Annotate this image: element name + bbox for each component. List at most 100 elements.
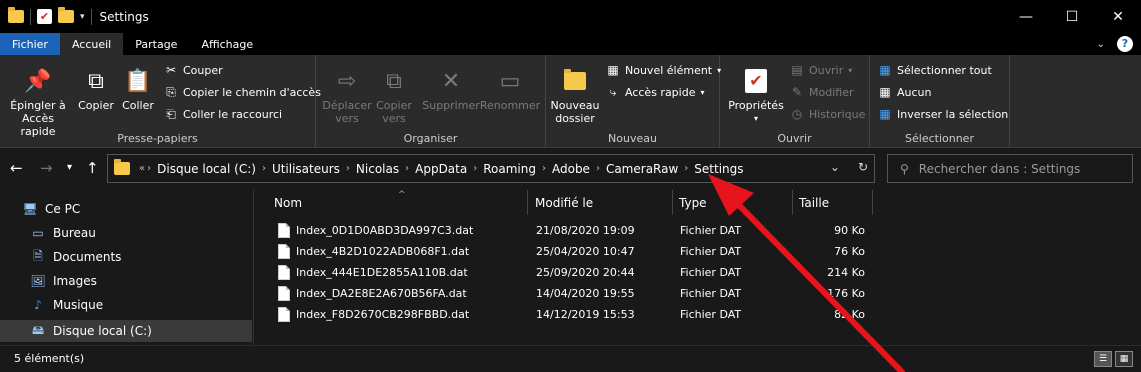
file-row[interactable]: Index_DA2E8E2A670B56FA.dat 14/04/2020 19:…: [270, 284, 870, 305]
close-button[interactable]: ✕: [1095, 0, 1141, 33]
select-all-button[interactable]: ▦ Sélectionner tout: [878, 63, 991, 77]
column-header-type[interactable]: Type: [673, 190, 793, 215]
ribbon: 📌 Épingler à Accès rapide ⧉ Copier 📋 Col…: [0, 55, 1141, 148]
tab-accueil[interactable]: Accueil: [59, 33, 124, 55]
delete-button[interactable]: ✕ Supprimer: [422, 65, 480, 112]
computer-icon: 🖥: [22, 202, 38, 216]
move-to-icon: ⇨: [337, 68, 357, 94]
group-label-selectionner: Sélectionner: [905, 132, 974, 145]
separator: [30, 8, 31, 25]
address-history-chevron-icon[interactable]: ⌄: [830, 160, 840, 174]
window-title: Settings: [99, 9, 149, 24]
invert-selection-button[interactable]: ▦ Inverser la sélection: [878, 107, 1008, 121]
recent-locations-chevron-icon[interactable]: ▾: [67, 162, 72, 173]
title-bar: ✔ ▾ Settings — ☐ ✕: [0, 0, 1141, 33]
search-input[interactable]: ⚲ Rechercher dans : Settings: [887, 154, 1133, 183]
back-arrow-icon[interactable]: ←: [10, 159, 23, 177]
open-label: Ouvrir: [809, 63, 844, 77]
invert-selection-label: Inverser la sélection: [897, 107, 1009, 121]
breadcrumb-item[interactable]: AppData: [410, 162, 472, 176]
tab-partage[interactable]: Partage: [123, 33, 189, 55]
breadcrumb-item[interactable]: Utilisateurs: [267, 162, 345, 176]
breadcrumb-item[interactable]: Adobe: [547, 162, 595, 176]
details-view-icon[interactable]: ☰: [1094, 351, 1112, 367]
breadcrumb-overflow[interactable]: «: [138, 163, 146, 174]
nav-item-ce-pc[interactable]: 🖥 Ce PC: [22, 198, 80, 220]
open-icon: ▤: [791, 63, 803, 77]
rename-button[interactable]: ▭ Renommer: [480, 65, 540, 112]
breadcrumb-item[interactable]: Disque local (C:): [152, 162, 261, 176]
rename-icon: ▭: [499, 68, 521, 94]
open-button[interactable]: ▤ Ouvrir ▾: [790, 63, 852, 77]
ribbon-tabs: Fichier Accueil Partage Affichage ⌄ ?: [0, 33, 1141, 55]
music-icon: ♪: [34, 298, 42, 312]
nav-item-images[interactable]: 🖼 Images: [30, 270, 96, 292]
select-none-button[interactable]: ▦ Aucun: [878, 85, 931, 99]
nav-item-bureau[interactable]: ▭ Bureau: [30, 222, 96, 244]
file-row[interactable]: Index_0D1D0ABD3DA997C3.dat 21/08/2020 19:…: [270, 221, 870, 242]
chevron-down-icon: ▾: [700, 87, 705, 97]
column-header-taille[interactable]: Taille: [793, 190, 873, 215]
new-folder-button[interactable]: Nouveau dossier: [550, 65, 600, 125]
large-icons-view-icon[interactable]: ▦: [1115, 351, 1133, 367]
tab-fichier[interactable]: Fichier: [0, 33, 60, 55]
group-label-organiser: Organiser: [403, 132, 458, 145]
group-ouvrir: ✔ Propriétés ▾ ▤ Ouvrir ▾ ✎ Modifier ◷ H…: [720, 55, 870, 148]
scissors-icon: ✂: [165, 63, 177, 77]
properties-button[interactable]: ✔ Propriétés ▾: [726, 65, 786, 125]
column-header-nom[interactable]: Nom: [268, 190, 528, 215]
pin-quick-access-button[interactable]: 📌 Épingler à Accès rapide: [6, 65, 70, 138]
up-arrow-icon[interactable]: ↑: [86, 159, 99, 177]
maximize-button[interactable]: ☐: [1049, 0, 1095, 33]
copy-button[interactable]: ⧉ Copier: [76, 65, 116, 112]
breadcrumb-item[interactable]: Roaming: [478, 162, 541, 176]
copy-label: Copier: [78, 99, 114, 112]
desktop-icon: ▭: [32, 226, 44, 240]
pane-divider[interactable]: [253, 190, 254, 345]
new-item-button[interactable]: ▦ Nouvel élément ▾: [606, 63, 721, 77]
properties-label: Propriétés: [728, 99, 784, 112]
properties-icon[interactable]: ✔: [37, 9, 52, 24]
history-label: Historique: [809, 107, 866, 121]
breadcrumb-item[interactable]: CameraRaw: [601, 162, 683, 176]
search-icon: ⚲: [900, 161, 909, 176]
separator: [90, 8, 92, 25]
quick-access-label: Accès rapide: [625, 85, 696, 99]
file-row[interactable]: Index_F8D2670CB298FBBD.dat 14/12/2019 15:…: [270, 305, 870, 326]
select-none-icon: ▦: [879, 85, 891, 99]
move-to-button[interactable]: ⇨ Déplacer vers: [322, 65, 371, 125]
chevron-down-icon[interactable]: ⌄: [1097, 39, 1105, 50]
help-icon[interactable]: ?: [1117, 36, 1133, 52]
minimize-button[interactable]: —: [1003, 0, 1049, 33]
nav-item-documents[interactable]: 🗎 Documents: [30, 246, 121, 268]
refresh-icon[interactable]: ↻: [858, 160, 868, 174]
forward-arrow-icon[interactable]: →: [40, 159, 53, 177]
customize-toolbar-chevron-icon[interactable]: ▾: [80, 12, 85, 22]
nav-item-label: Disque local (C:): [53, 324, 152, 338]
nav-item-disque-local-c[interactable]: 🖴 Disque local (C:): [0, 320, 252, 342]
file-size: 90 Ko: [834, 224, 865, 237]
address-bar[interactable]: « › Disque local (C:) › Utilisateurs › Nicola…: [107, 154, 875, 183]
file-size: 82 Ko: [834, 308, 865, 321]
copy-path-button[interactable]: ⎘ Copier le chemin d'accès: [164, 85, 321, 99]
folder-icon: [114, 159, 130, 175]
file-icon: [278, 244, 290, 259]
edit-button[interactable]: ✎ Modifier: [790, 85, 854, 99]
group-selectionner: ▦ Sélectionner tout ▦ Aucun ▦ Inverser l…: [870, 55, 1010, 148]
breadcrumb-item[interactable]: Settings: [689, 162, 748, 176]
tab-affichage[interactable]: Affichage: [189, 33, 265, 55]
paste-button[interactable]: 📋 Coller: [118, 65, 158, 112]
copy-to-button[interactable]: ⧉ Copier vers: [374, 65, 414, 125]
file-icon: [278, 307, 290, 322]
history-button[interactable]: ◷ Historique: [790, 107, 866, 121]
file-size: 176 Ko: [827, 287, 865, 300]
new-folder-icon[interactable]: [58, 7, 74, 23]
quick-access-button[interactable]: ⤷ Accès rapide ▾: [606, 85, 705, 99]
file-row[interactable]: Index_444E1DE2855A110B.dat 25/09/2020 20:…: [270, 263, 870, 284]
breadcrumb-item[interactable]: Nicolas: [351, 162, 404, 176]
file-row[interactable]: Index_4B2D1022ADB068F1.dat 25/04/2020 10:…: [270, 242, 870, 263]
column-header-modifie[interactable]: Modifié le: [529, 190, 673, 215]
cut-button[interactable]: ✂ Couper: [164, 63, 223, 77]
paste-shortcut-button[interactable]: ⎗ Coller le raccourci: [164, 107, 282, 121]
nav-item-musique[interactable]: ♪ Musique: [30, 294, 103, 316]
